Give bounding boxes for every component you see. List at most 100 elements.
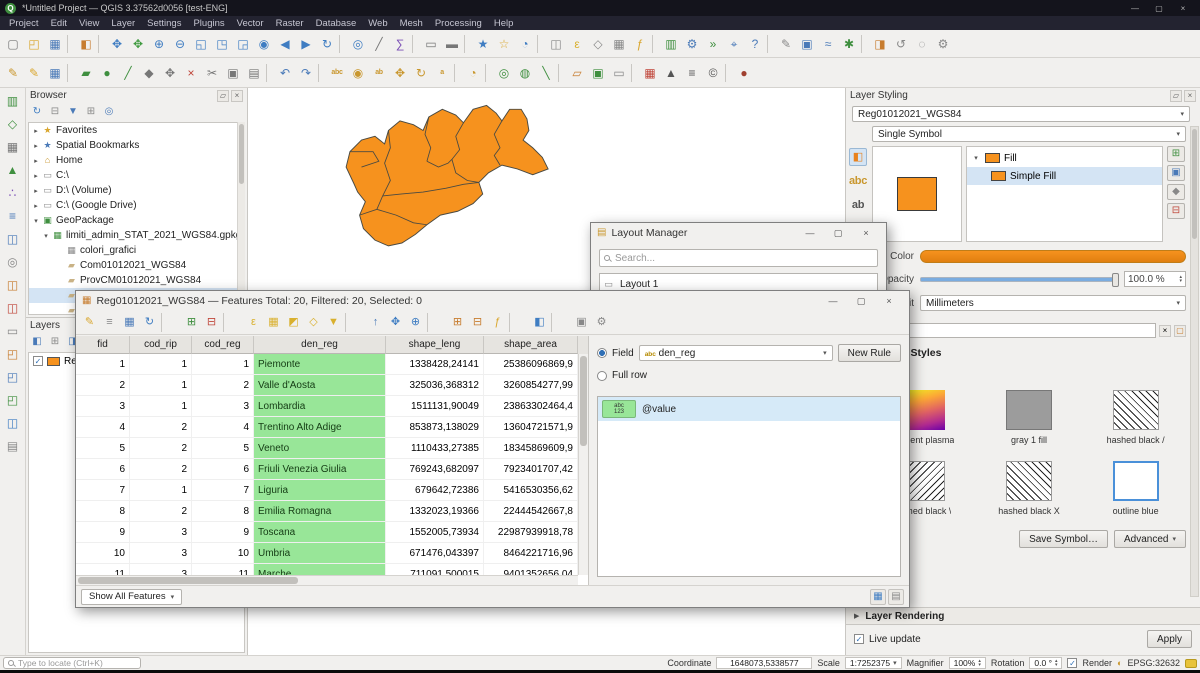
separator[interactable] (631, 64, 638, 82)
cell-shape-leng[interactable]: 1552005,73934 (386, 522, 484, 542)
layer-history-icon[interactable]: ↺ (891, 34, 911, 54)
add-delimited-text-icon[interactable]: ≡ (3, 206, 23, 226)
invert-selection-icon[interactable]: ◩ (284, 313, 303, 332)
maximize-icon[interactable]: ▢ (824, 224, 852, 242)
add-postgis-icon[interactable]: ◫ (3, 229, 23, 249)
add-group-icon[interactable]: ⊞ (47, 334, 63, 350)
column-header-den-reg[interactable]: den_reg (254, 336, 386, 354)
new-field-icon[interactable]: ⊞ (448, 313, 467, 332)
cell-cod-reg[interactable]: 5 (192, 438, 254, 458)
table-vertical-scrollbar[interactable] (578, 354, 588, 575)
float-panel-icon[interactable]: ▱ (1170, 90, 1182, 102)
copyright-label-icon[interactable]: © (703, 63, 723, 83)
toggle-editing-icon[interactable]: ✎ (80, 313, 99, 332)
show-bookmarks-icon[interactable]: ★ (473, 34, 493, 54)
browser-tree-item[interactable]: ▾ ▣ GeoPackage (29, 213, 244, 228)
messages-icon[interactable] (1185, 659, 1197, 668)
conditional-formatting-icon[interactable]: ◧ (530, 313, 549, 332)
browser-tree-item[interactable]: ▰ Com01012021_WGS84 (29, 258, 244, 273)
full-row-radio[interactable] (597, 371, 607, 381)
cell-den-reg[interactable]: Umbria (254, 543, 386, 563)
cell-cod-reg[interactable]: 10 (192, 543, 254, 563)
expand-arrow-icon[interactable]: ▾ (41, 232, 51, 240)
highlight-labels-icon[interactable]: ab (369, 63, 389, 83)
separator[interactable] (725, 64, 732, 82)
symbol-tree-root[interactable]: ▾ Fill (967, 149, 1162, 167)
separator[interactable] (161, 313, 180, 332)
add-arcgis-icon[interactable]: ◫ (3, 413, 23, 433)
new-map-view-icon[interactable]: ▣ (797, 34, 817, 54)
add-spatialite-icon[interactable]: ◎ (3, 252, 23, 272)
close-icon[interactable]: × (875, 292, 903, 310)
styling-scrollbar[interactable] (1190, 126, 1199, 597)
cell-shape-area[interactable]: 23863302464,4 (484, 396, 578, 416)
browser-tree-item[interactable]: ▰ ProvCM01012021_WGS84 (29, 273, 244, 288)
add-xyz-icon[interactable]: ▤ (3, 436, 23, 456)
zoom-last-icon[interactable]: ◀ (275, 34, 295, 54)
cell-fid[interactable]: 10 (76, 543, 130, 563)
separator[interactable] (558, 64, 565, 82)
condition-field-dropdown[interactable]: abc den_reg ▾ (639, 345, 833, 361)
help-icon[interactable]: ? (745, 34, 765, 54)
field-calculator-icon[interactable]: ƒ (630, 34, 650, 54)
table-view-icon[interactable]: ▦ (870, 589, 886, 605)
cell-cod-rip[interactable]: 3 (130, 564, 192, 575)
cell-cod-reg[interactable]: 11 (192, 564, 254, 575)
minimize-icon[interactable]: — (796, 224, 824, 242)
menu-item[interactable]: Web (362, 18, 393, 29)
table-row[interactable]: 11 3 11 Marche 711091,500015 9401352656,… (76, 564, 578, 575)
browser-tree-item[interactable]: ▾ ▦ limiti_admin_STAT_2021_WGS84.gpkg (29, 228, 244, 243)
cell-fid[interactable]: 4 (76, 417, 130, 437)
separator[interactable] (67, 35, 74, 53)
field-radio[interactable] (597, 348, 607, 358)
new-shapefile-icon[interactable]: ▱ (567, 63, 587, 83)
cell-den-reg[interactable]: Friuli Venezia Giulia (254, 459, 386, 479)
cell-cod-rip[interactable]: 1 (130, 396, 192, 416)
scale-dropdown[interactable]: 1:7252375 ▾ (845, 657, 902, 669)
cell-shape-leng[interactable]: 1338428,24141 (386, 354, 484, 374)
field-calculator-icon[interactable]: ƒ (488, 313, 507, 332)
browser-tree-item[interactable]: ▦ colori_grafici (29, 243, 244, 258)
symbol-tree-child[interactable]: Simple Fill (967, 167, 1162, 185)
column-header-cod-rip[interactable]: cod_rip (130, 336, 192, 354)
separator[interactable] (98, 35, 105, 53)
multi-edit-icon[interactable]: ≡ (100, 313, 119, 332)
cell-shape-area[interactable]: 8464221716,96 (484, 543, 578, 563)
deselect-all-icon[interactable]: ◇ (588, 34, 608, 54)
separator[interactable] (652, 35, 659, 53)
copy-features-icon[interactable]: ▣ (223, 63, 243, 83)
osm-icon[interactable]: ● (734, 63, 754, 83)
move-feature-icon[interactable]: ✥ (160, 63, 180, 83)
cell-shape-area[interactable]: 7923401707,42 (484, 459, 578, 479)
cell-cod-reg[interactable]: 2 (192, 375, 254, 395)
vertex-tool-icon[interactable]: ◆ (139, 63, 159, 83)
expand-arrow-icon[interactable]: ▸ (31, 172, 41, 180)
expand-arrow-icon[interactable]: ▸ (31, 127, 41, 135)
lock-symbol-layer-icon[interactable]: ◆ (1167, 184, 1185, 200)
clear-filter-icon[interactable]: × (1159, 325, 1171, 337)
expand-tree-icon[interactable]: ⊞ (83, 104, 99, 120)
spin-arrows-icon[interactable]: ▴▾ (1055, 659, 1058, 667)
cell-shape-leng[interactable]: 1511131,90049 (386, 396, 484, 416)
float-panel-icon[interactable]: ▱ (217, 90, 229, 102)
layout-manager-icon[interactable]: ▬ (442, 34, 462, 54)
python-console-icon[interactable]: » (703, 34, 723, 54)
maximize-icon[interactable]: ▢ (847, 292, 875, 310)
browser-tree-item[interactable]: ▸ ▭ D:\ (Volume) (29, 183, 244, 198)
new-rule-button[interactable]: New Rule (838, 344, 901, 362)
new-virtual-layer-icon[interactable]: ▭ (609, 63, 629, 83)
browser-scrollbar[interactable] (237, 122, 245, 315)
cell-fid[interactable]: 5 (76, 438, 130, 458)
locate-search-input[interactable]: Type to locate (Ctrl+K) (3, 657, 141, 669)
zoom-next-icon[interactable]: ▶ (296, 34, 316, 54)
menu-item[interactable]: Processing (429, 18, 488, 29)
layer-selector-dropdown[interactable]: Reg01012021_WGS84 ▾ (852, 106, 1190, 122)
georeferencer-icon[interactable]: ⌖ (724, 34, 744, 54)
coordinate-value[interactable]: 1648073,5338577 (716, 657, 812, 669)
cell-den-reg[interactable]: Veneto (254, 438, 386, 458)
browser-tree-item[interactable]: ▸ ⌂ Home (29, 153, 244, 168)
cell-den-reg[interactable]: Trentino Alto Adige (254, 417, 386, 437)
cell-shape-leng[interactable]: 671476,043397 (386, 543, 484, 563)
browser-tree-item[interactable]: ▸ ★ Spatial Bookmarks (29, 138, 244, 153)
cell-cod-reg[interactable]: 9 (192, 522, 254, 542)
